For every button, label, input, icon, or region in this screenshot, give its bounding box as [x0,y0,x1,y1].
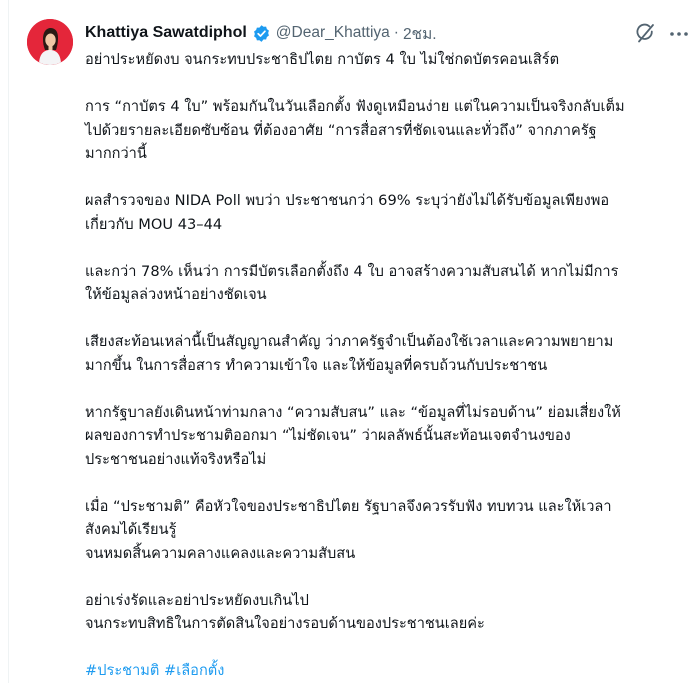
tweet-line: ผลของการทำประชามติออกมา “ไม่ชัดเจน” ว่าผ… [85,427,571,444]
tweet-paragraph: การ “กาบัตร 4 ใบ” พร้อมกันในวันเลือกตั้ง… [85,95,690,166]
tweet-line: อย่าเร่งรัดและอย่าประหยัดงบเกินไป [85,591,309,609]
tweet-line: ไปด้วยรายละเอียดซับซ้อน ที่ต้องอาศัย “กา… [85,121,597,139]
avatar[interactable] [27,19,73,65]
verified-badge-icon [252,24,271,43]
tweet-line: ให้ข้อมูลล่วงหน้าอย่างชัดเจน [85,286,267,303]
header-separator: · [393,24,399,41]
hashtag-link[interactable]: #ประชามติ [85,662,159,679]
tweet-line: การ “กาบัตร 4 ใบ” พร้อมกันในวันเลือกตั้ง… [85,98,625,115]
tweet-paragraph: ผลสำรวจของ NIDA Poll พบว่า ประชาชนกว่า 6… [85,189,690,236]
tweet-header: Khattiya Sawatdiphol @Dear_Khattiya · 2ช… [85,22,437,44]
tweet-line: จนกระทบสิทธิในการตัดสินใจอย่างรอบด้านของ… [85,615,485,632]
tweet-paragraph: อย่าเร่งรัดและอย่าประหยัดงบเกินไป จนกระท… [85,589,690,636]
tweet-text: อย่าประหยัดงบ จนกระทบประชาธิปไตย กาบัตร … [85,48,690,683]
author-display-name[interactable]: Khattiya Sawatdiphol [85,24,247,42]
tweet-line: เมื่อ “ประชามติ” คือหัวใจของประชาธิปไตย … [85,497,612,515]
tweet-line: มากขึ้น ในการสื่อสาร ทำความเข้าใจ และให้… [85,356,548,374]
tweet-line: ประชาชนอย่างแท้จริงหรือไม่ [85,450,267,468]
tweet-paragraph: หากรัฐบาลยังเดินหน้าท่ามกลาง “ความสับสน”… [85,401,690,472]
tweet-paragraph: อย่าประหยัดงบ จนกระทบประชาธิปไตย กาบัตร … [85,48,690,72]
hashtag-row: #ประชามติ #เลือกตั้ง [85,659,690,683]
tweet-paragraph: เมื่อ “ประชามติ” คือหัวใจของประชาธิปไตย … [85,495,690,566]
tweet-line: เกี่ยวกับ MOU 43–44 [85,215,223,233]
tweet-line: จนหมดสิ้นความคลางแคลงและความสับสน [85,544,356,562]
tweet-paragraph: และกว่า 78% เห็นว่า การมีบัตรเลือกตั้งถึ… [85,260,690,307]
author-handle[interactable]: @Dear_Khattiya [276,24,390,42]
tweet-line: อย่าประหยัดงบ จนกระทบประชาธิปไตย กาบัตร … [85,51,560,68]
tweet-timestamp[interactable]: 2ชม. [403,21,437,46]
tweet-paragraph: เสียงสะท้อนเหล่านี้เป็นสัญญาณสำคัญ ว่าภา… [85,330,690,377]
tweet-line: เสียงสะท้อนเหล่านี้เป็นสัญญาณสำคัญ ว่าภา… [85,333,614,350]
tweet-line: ผลสำรวจของ NIDA Poll พบว่า ประชาชนกว่า 6… [85,192,610,209]
tweet-line: มากกว่านี้ [85,145,147,162]
grok-icon[interactable] [634,22,656,44]
more-icon[interactable] [668,24,690,44]
hashtag-link[interactable]: #เลือกตั้ง [164,662,224,679]
tweet-line: และกว่า 78% เห็นว่า การมีบัตรเลือกตั้งถึ… [85,262,619,280]
tweet-line: สังคมได้เรียนรู้ [85,521,177,538]
tweet-line: หากรัฐบาลยังเดินหน้าท่ามกลาง “ความสับสน”… [85,403,621,421]
